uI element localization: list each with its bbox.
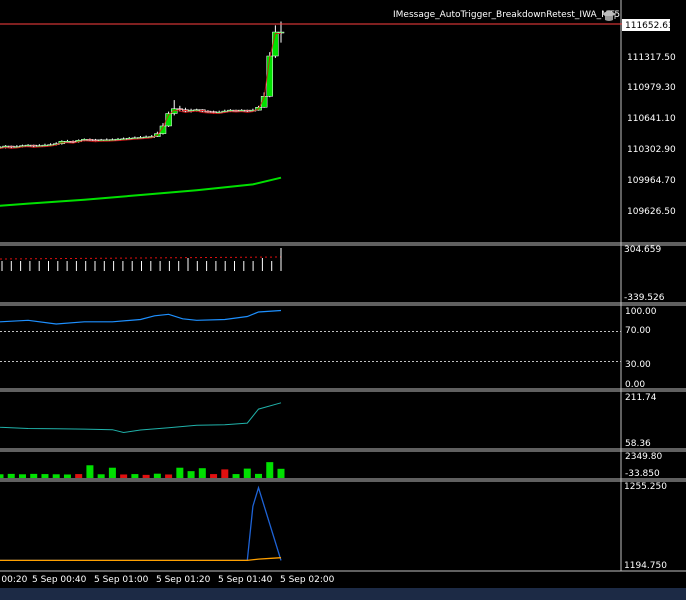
histogram-min-label: -33.850 <box>625 469 660 479</box>
status-strip <box>0 588 686 600</box>
candle-body <box>227 109 234 112</box>
atr-max-label: 211.74 <box>625 393 657 403</box>
histogram-bar <box>153 473 161 478</box>
histogram-bar <box>7 473 15 478</box>
price-panel[interactable] <box>0 21 285 208</box>
atr-panel[interactable] <box>0 402 282 434</box>
candle-body <box>24 144 32 147</box>
volume-min-label: -339.526 <box>624 293 665 303</box>
histogram-bar <box>18 474 26 478</box>
histogram-bar <box>255 473 263 478</box>
atr-line <box>0 402 282 434</box>
candle-body <box>92 139 99 142</box>
histogram-bar <box>52 474 60 478</box>
bottom-indicator-panel[interactable] <box>0 485 282 562</box>
histogram-bar <box>243 468 251 478</box>
histogram-bar <box>86 465 94 478</box>
time-tick: 5 Sep 02:00 <box>280 575 335 585</box>
histogram-bar <box>210 474 218 478</box>
histogram-bar <box>232 474 240 478</box>
candle-body <box>244 109 251 112</box>
candle-body <box>176 108 184 110</box>
volume-baseline <box>0 256 282 260</box>
histogram-bar <box>0 474 4 478</box>
candle-body <box>170 108 178 114</box>
rsi-tick-30: 30.00 <box>625 360 651 370</box>
time-tick: 5 Sep 00:40 <box>32 575 87 585</box>
time-tick: 5 Sep 00:20 <box>0 575 28 585</box>
histogram-bar <box>221 469 229 478</box>
rsi-panel[interactable] <box>0 309 621 362</box>
rsi-line <box>0 309 282 325</box>
candle-body <box>182 109 189 112</box>
histogram-bar <box>75 474 83 478</box>
candle-body <box>204 110 212 113</box>
candle-body <box>277 31 285 34</box>
price-axis: 111317.50 110979.30 110641.10 110302.90 … <box>627 53 676 217</box>
candle-body <box>199 109 206 112</box>
time-tick: 5 Sep 01:20 <box>156 575 211 585</box>
bottom-indicator-line <box>0 557 282 562</box>
histogram-bar <box>277 468 285 478</box>
histogram-bar <box>30 473 38 478</box>
histogram-max-label: 2349.80 <box>625 452 662 462</box>
histogram-bar <box>198 468 206 478</box>
price-tick: 110641.10 <box>627 114 676 124</box>
bottom-min-label: 1194.750 <box>624 561 667 571</box>
rsi-tick-100: 100.00 <box>625 307 657 317</box>
bottom-indicator-line <box>0 485 282 562</box>
histogram-bar <box>41 474 49 478</box>
price-tick: 111317.50 <box>627 53 676 63</box>
candle-body <box>97 139 105 142</box>
candle-body <box>7 145 15 148</box>
price-tick: 109964.70 <box>627 176 676 186</box>
candle-body <box>30 144 37 147</box>
price-tick: 109626.50 <box>627 207 676 217</box>
trading-chart[interactable]: 111652.63 IMessage_AutoTrigger_Breakdown… <box>0 0 686 600</box>
histogram-bar <box>131 474 139 478</box>
price-tick: 110302.90 <box>627 145 676 155</box>
histogram-bar <box>97 474 105 478</box>
volume-panel[interactable] <box>0 248 282 271</box>
histogram-panel[interactable] <box>0 462 285 478</box>
expert-title: IMessage_AutoTrigger_BreakdownRetest_IWA… <box>393 10 620 20</box>
candle-body <box>210 111 217 113</box>
rsi-tick-0: 0.00 <box>625 380 645 390</box>
candle-body <box>232 109 240 112</box>
candle-body <box>193 109 200 111</box>
time-tick: 5 Sep 01:40 <box>218 575 273 585</box>
histogram-bar <box>108 467 116 478</box>
rsi-tick-70: 70.00 <box>625 326 651 336</box>
atr-min-label: 58.36 <box>625 439 651 449</box>
chart-frame <box>0 0 686 600</box>
candle-body <box>69 141 77 143</box>
candle-body <box>81 139 88 141</box>
volume-max-label: 304.659 <box>624 245 661 255</box>
bottom-max-label: 1255.250 <box>624 482 667 492</box>
price-tick: 110979.30 <box>627 83 676 93</box>
histogram-bar <box>120 474 128 478</box>
histogram-bar <box>63 474 71 478</box>
histogram-bar <box>176 467 184 478</box>
candle-body <box>86 139 94 141</box>
ma-fast-line <box>0 33 281 150</box>
candle-body <box>64 141 71 143</box>
current-price-label: 111652.63 <box>625 21 674 31</box>
histogram-bar <box>187 471 195 478</box>
histogram-bar <box>142 474 150 478</box>
histogram-bar <box>266 462 274 478</box>
candle-body <box>238 109 245 112</box>
candle-body <box>266 55 274 97</box>
candle-body <box>2 145 9 148</box>
time-tick: 5 Sep 01:00 <box>94 575 149 585</box>
time-axis: 5 Sep 00:20 5 Sep 00:40 5 Sep 01:00 5 Se… <box>0 575 335 585</box>
ma-slow-line <box>0 176 282 207</box>
histogram-bar <box>165 474 173 478</box>
